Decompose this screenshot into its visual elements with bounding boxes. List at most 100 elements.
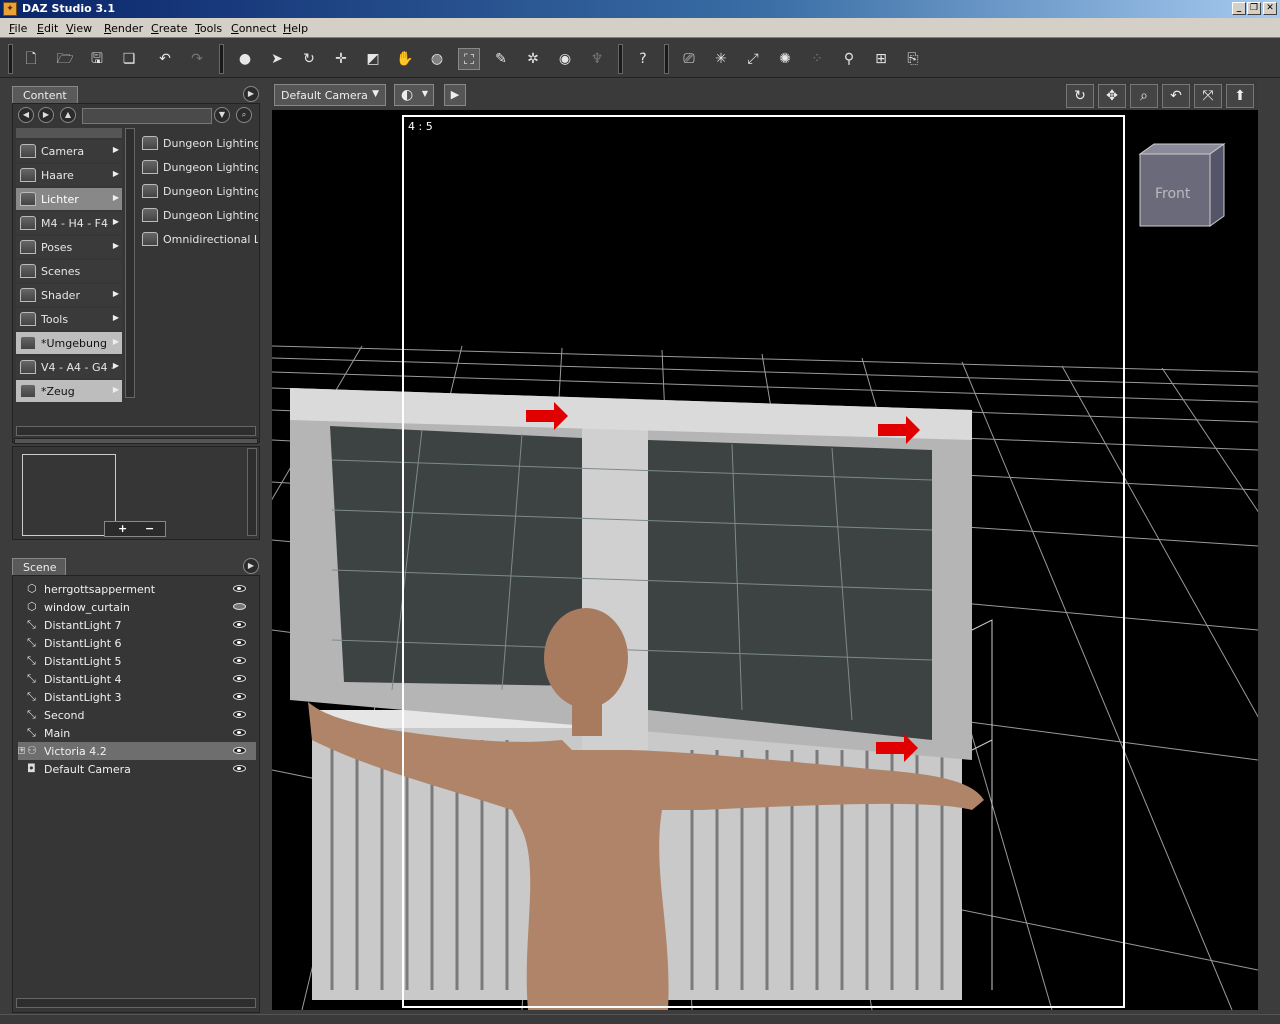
camera-select-dropdown[interactable]: Default Camera ▼	[274, 84, 386, 106]
universal-tool-icon[interactable]: ◍	[426, 48, 448, 70]
toolbar-grip[interactable]	[8, 44, 13, 74]
menu-render[interactable]: Render	[104, 22, 143, 35]
visibility-eye-icon[interactable]	[233, 639, 246, 646]
menu-file[interactable]: File	[9, 22, 27, 35]
menu-help[interactable]: Help	[283, 22, 308, 35]
translate-icon[interactable]: ✛	[330, 48, 352, 70]
light-add-icon[interactable]: ✳	[710, 48, 732, 70]
visibility-eye-icon[interactable]	[233, 657, 246, 664]
category-shader[interactable]: Shader ▶	[16, 284, 122, 306]
scene-item-distantlight-6[interactable]: ⤡ DistantLight 6	[18, 634, 256, 652]
preview-scrollbar[interactable]	[247, 448, 257, 536]
category-zeug[interactable]: *Zeug ▶	[16, 380, 122, 402]
new-icon[interactable]: 🗋	[20, 48, 42, 70]
file-item[interactable]: Omnidirectional Ligh	[138, 228, 258, 250]
import-icon[interactable]: ⎘	[902, 48, 924, 70]
draw-style-dropdown[interactable]: ◐ ▼	[394, 84, 434, 106]
category-camera[interactable]: Camera ▶	[16, 140, 122, 162]
search-icon[interactable]: ⌕	[236, 107, 252, 123]
rotate-icon[interactable]: ↻	[298, 48, 320, 70]
visibility-eye-icon[interactable]	[233, 603, 246, 610]
visibility-eye-icon[interactable]	[233, 621, 246, 628]
file-item[interactable]: Dungeon Lighting 1	[138, 204, 258, 226]
node-add-icon[interactable]: ⚲	[838, 48, 860, 70]
category-v4-a4-g4[interactable]: V4 - A4 - G4 - ▶	[16, 356, 122, 378]
up-folder-icon[interactable]: ▲	[60, 107, 76, 123]
category-tools[interactable]: Tools ▶	[16, 308, 122, 330]
close-button[interactable]: ✕	[1263, 2, 1277, 15]
dropdown-icon[interactable]: ▼	[214, 107, 230, 123]
expand-icon[interactable]: +	[18, 747, 25, 754]
back-icon[interactable]: ◀	[18, 107, 34, 123]
viewport-menu-button[interactable]: ▶	[444, 84, 466, 106]
content-hscrollbar[interactable]	[16, 426, 256, 436]
sphere-icon[interactable]: ●	[234, 48, 256, 70]
menu-connect[interactable]: Connect	[231, 22, 277, 35]
active-tool-icon[interactable]: ⛶	[458, 48, 480, 70]
joint-editor-icon[interactable]: ✎	[490, 48, 512, 70]
3d-viewport[interactable]: 4 : 5 Front	[272, 110, 1258, 1010]
category-haare[interactable]: Haare ▶	[16, 164, 122, 186]
select-arrow-icon[interactable]: ➤	[266, 48, 288, 70]
minimize-button[interactable]: _	[1232, 2, 1246, 15]
help-icon[interactable]: ?	[632, 48, 654, 70]
file-item[interactable]: Dungeon Lighting 1	[138, 180, 258, 202]
redo-icon[interactable]: ↷	[186, 48, 208, 70]
pointlight-add-icon[interactable]: ✺	[774, 48, 796, 70]
toolbar-grip[interactable]	[618, 44, 623, 74]
transform-icon[interactable]: ✲	[522, 48, 544, 70]
right-collapse-strip[interactable]	[1258, 78, 1280, 1016]
remove-preview-button[interactable]: −	[145, 522, 154, 535]
restore-button[interactable]: ❐	[1247, 2, 1261, 15]
view-cube-label[interactable]: Front	[1155, 186, 1190, 202]
add-preview-button[interactable]: +	[118, 522, 127, 535]
focus-icon[interactable]: ◉	[554, 48, 576, 70]
category-scenes[interactable]: Scenes	[16, 260, 122, 282]
spotlight-add-icon[interactable]: ⤢	[742, 48, 764, 70]
forward-icon[interactable]: ▶	[38, 107, 54, 123]
tab-scene[interactable]: Scene	[12, 558, 66, 575]
scene-item-default-camera[interactable]: ◘ Default Camera	[18, 760, 256, 778]
visibility-eye-icon[interactable]	[233, 765, 246, 772]
file-item[interactable]: Dungeon Lighting 1	[138, 156, 258, 178]
scene-item-distantlight-3[interactable]: ⤡ DistantLight 3	[18, 688, 256, 706]
scene-item-main[interactable]: ⤡ Main	[18, 724, 256, 742]
category-lichter[interactable]: Lichter ▶	[16, 188, 122, 210]
spotlight-dim-icon[interactable]: ♆	[586, 48, 608, 70]
toolbar-grip[interactable]	[664, 44, 669, 74]
roll-icon[interactable]: ↶	[1162, 84, 1190, 108]
file-item[interactable]: Dungeon Lighting 1	[138, 132, 258, 154]
visibility-eye-icon[interactable]	[233, 693, 246, 700]
category-m4-h4-f4[interactable]: M4 - H4 - F4 ▶	[16, 212, 122, 234]
camera-add-icon[interactable]: ⎚	[678, 48, 700, 70]
undo-icon[interactable]: ↶	[154, 48, 176, 70]
menu-tools[interactable]: Tools	[195, 22, 222, 35]
category-umgebung[interactable]: *Umgebung ▶	[16, 332, 122, 354]
view-cube[interactable]	[1138, 143, 1226, 227]
save-icon[interactable]: 🖫	[86, 48, 108, 70]
scene-hscrollbar[interactable]	[16, 998, 256, 1008]
visibility-eye-icon[interactable]	[233, 675, 246, 682]
pane-splitter[interactable]	[14, 438, 258, 444]
pane-menu-icon[interactable]: ▶	[243, 558, 259, 574]
merge-icon[interactable]: ❏	[118, 48, 140, 70]
scene-item-victoria[interactable]: + ⚇ Victoria 4.2	[18, 742, 256, 760]
visibility-eye-icon[interactable]	[233, 711, 246, 718]
visibility-eye-icon[interactable]	[233, 747, 246, 754]
scene-item-distantlight-4[interactable]: ⤡ DistantLight 4	[18, 670, 256, 688]
scene-item-second[interactable]: ⤡ Second	[18, 706, 256, 724]
orbit-icon[interactable]: ↻	[1066, 84, 1094, 108]
scene-item-window-curtain[interactable]: ⬡ window_curtain	[18, 598, 256, 616]
scene-item-herrgottsapperment[interactable]: ⬡ herrgottsapperment	[18, 580, 256, 598]
pan-icon[interactable]: ✥	[1098, 84, 1126, 108]
scale-icon[interactable]: ◩	[362, 48, 384, 70]
distantlight-add-icon[interactable]: ⁘	[806, 48, 828, 70]
scene-item-distantlight-5[interactable]: ⤡ DistantLight 5	[18, 652, 256, 670]
tab-content[interactable]: Content	[12, 86, 78, 103]
zoom-icon[interactable]: ⌕	[1130, 84, 1158, 108]
menu-view[interactable]: View	[66, 22, 92, 35]
content-search-input[interactable]	[82, 108, 212, 124]
toolbar-grip[interactable]	[219, 44, 224, 74]
scene-item-distantlight-7[interactable]: ⤡ DistantLight 7	[18, 616, 256, 634]
visibility-eye-icon[interactable]	[233, 729, 246, 736]
